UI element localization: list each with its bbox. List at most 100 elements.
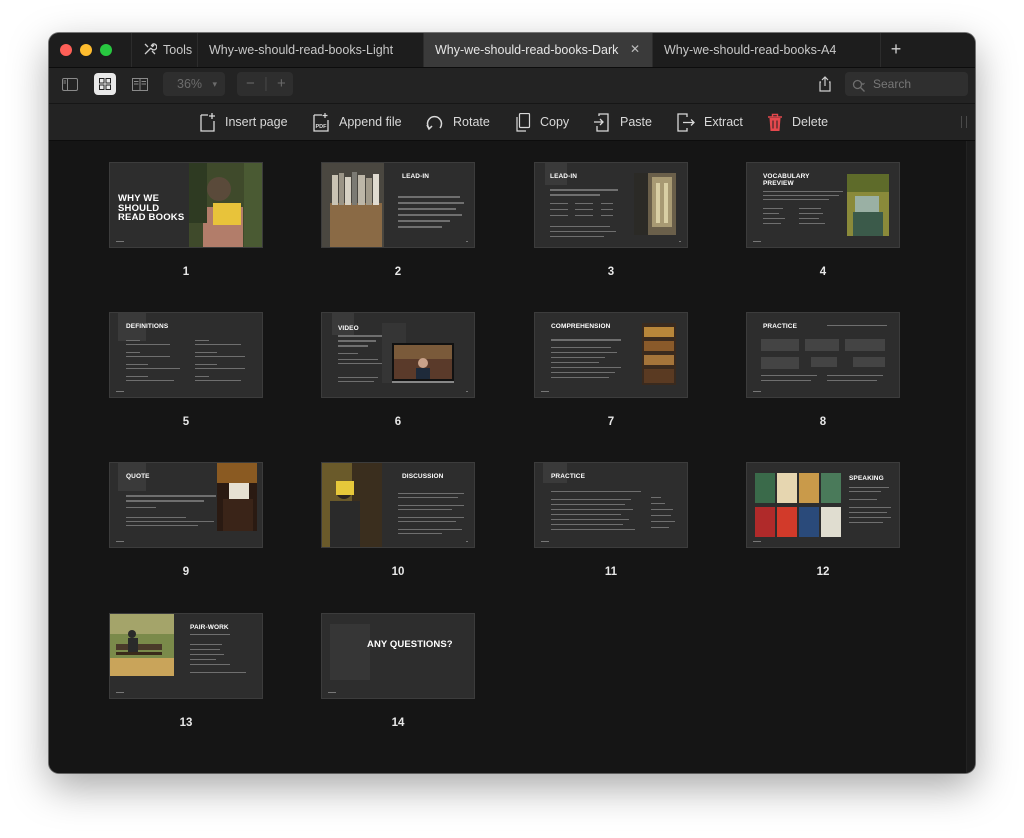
tab-label: Tools <box>163 43 193 57</box>
search-icon <box>852 77 866 101</box>
slide-footer <box>116 541 124 542</box>
page-number: 10 <box>391 566 405 578</box>
insert-page-label: Insert page <box>225 115 288 129</box>
app-window: Tools Why-we-should-read-books-Light Why… <box>49 33 975 773</box>
page-thumbnail[interactable]: QUOTE <box>109 462 263 548</box>
minimize-window-button[interactable] <box>80 44 92 56</box>
slide-title: ANY QUESTIONS? <box>367 639 453 650</box>
rotate-icon <box>426 115 443 130</box>
page-number: 4 <box>819 266 827 278</box>
slide-footer <box>466 241 468 242</box>
grid-view-button[interactable] <box>94 73 116 95</box>
slide-title: DISCUSSION <box>402 473 444 480</box>
slide-title: COMPREHENSION <box>551 323 611 330</box>
library-photo <box>642 323 676 385</box>
zoom-out-button[interactable]: − <box>246 72 255 95</box>
zoom-in-button[interactable]: + <box>277 72 286 95</box>
page-actions-toolbar: Insert page PDF Append file Rotate Copy … <box>49 104 975 141</box>
page-thumbnail[interactable]: LEAD-IN <box>534 162 688 248</box>
page-view-button[interactable] <box>129 73 151 95</box>
book-covers-image <box>755 473 841 537</box>
append-file-button[interactable]: PDF Append file <box>313 104 402 140</box>
grid-icon <box>99 78 111 90</box>
slide-footer <box>753 541 761 542</box>
page-number: 13 <box>179 717 193 729</box>
slide-footer <box>328 692 336 693</box>
view-toolbar: 36% ▾ − | + Search <box>49 68 975 103</box>
reader-photo <box>189 163 262 247</box>
page-number: 3 <box>607 266 615 278</box>
page-thumbnail[interactable]: VOCABULARY PREVIEW <box>746 162 900 248</box>
vertical-scrollbar[interactable] <box>966 141 975 773</box>
slide-title: WHY WE SHOULD READ BOOKS <box>118 193 185 223</box>
page-thumbnail[interactable]: PRACTICE <box>534 462 688 548</box>
new-tab-button[interactable]: + <box>880 33 911 67</box>
search-placeholder: Search <box>873 77 912 91</box>
slide-footer <box>116 692 124 693</box>
page-number: 9 <box>182 566 190 578</box>
extract-button[interactable]: Extract <box>676 104 743 140</box>
chevron-down-icon: ▾ <box>212 79 217 89</box>
slide-footer <box>466 541 468 542</box>
delete-label: Delete <box>792 115 829 129</box>
page-thumbnail[interactable]: PRACTICE <box>746 312 900 398</box>
discussion-photo <box>322 463 382 547</box>
zoom-stepper: − | + <box>237 72 293 96</box>
tools-icon <box>143 42 158 59</box>
park-bench-photo <box>110 614 174 676</box>
page-thumbnail[interactable]: WHY WE SHOULD READ BOOKS <box>109 162 263 248</box>
paste-icon <box>594 112 609 132</box>
delete-button[interactable]: Delete <box>767 104 828 140</box>
share-button[interactable] <box>814 73 836 95</box>
tab-a4-document[interactable]: Why-we-should-read-books-A4 <box>652 33 880 67</box>
slide-title: LEAD-IN <box>550 173 578 180</box>
page-thumbnail[interactable]: COMPREHENSION <box>534 312 688 398</box>
tab-dark-document[interactable]: Why-we-should-read-books-Dark ✕ <box>423 33 652 67</box>
building-photo <box>634 173 676 235</box>
page-thumbnail[interactable]: PAIR-WORK <box>109 613 263 699</box>
page-number: 8 <box>819 416 827 428</box>
slide-title: QUOTE <box>126 473 150 480</box>
close-window-button[interactable] <box>60 44 72 56</box>
quote-photo <box>217 463 257 531</box>
paste-label: Paste <box>620 115 652 129</box>
zoom-window-button[interactable] <box>100 44 112 56</box>
page-thumbnail[interactable]: VIDEO <box>321 312 475 398</box>
video-frame <box>392 343 454 383</box>
slide-footer <box>753 391 761 392</box>
book-outdoors-photo <box>847 174 889 236</box>
rotate-button[interactable]: Rotate <box>425 104 490 140</box>
slide-title: VOCABULARY PREVIEW <box>763 173 810 187</box>
slide-footer <box>116 391 124 392</box>
zoom-select[interactable]: 36% ▾ <box>163 72 225 96</box>
page-thumbnail[interactable]: DEFINITIONS <box>109 312 263 398</box>
slide-title: LEAD-IN <box>402 173 430 180</box>
window-controls <box>60 44 112 56</box>
page-thumbnail[interactable]: DISCUSSION <box>321 462 475 548</box>
tab-label: Why-we-should-read-books-A4 <box>664 43 837 57</box>
trash-icon <box>768 113 782 131</box>
toolbar-grip[interactable] <box>961 116 967 128</box>
page-thumbnail[interactable]: SPEAKING <box>746 462 900 548</box>
tab-light-document[interactable]: Why-we-should-read-books-Light <box>197 33 423 67</box>
slide-footer <box>541 541 549 542</box>
tab-tools[interactable]: Tools <box>131 33 197 67</box>
zoom-value: 36% <box>177 77 203 91</box>
rotate-label: Rotate <box>453 115 490 129</box>
tab-label: Why-we-should-read-books-Light <box>209 43 394 57</box>
copy-button[interactable]: Copy <box>515 104 569 140</box>
sidebar-toggle-button[interactable] <box>59 73 81 95</box>
search-input[interactable]: Search <box>845 72 968 96</box>
slide-title: PAIR-WORK <box>190 624 229 631</box>
slide-footer <box>679 241 681 242</box>
copy-icon <box>516 112 531 132</box>
slide-footer <box>541 391 549 392</box>
insert-page-icon <box>200 113 215 132</box>
insert-page-button[interactable]: Insert page <box>200 104 288 140</box>
close-tab-icon[interactable]: ✕ <box>628 42 642 56</box>
page-thumbnail[interactable]: LEAD-IN <box>321 162 475 248</box>
paste-button[interactable]: Paste <box>593 104 652 140</box>
page-number: 12 <box>816 566 830 578</box>
pdf-file-icon: PDF <box>313 113 329 132</box>
page-thumbnail[interactable]: ANY QUESTIONS? <box>321 613 475 699</box>
